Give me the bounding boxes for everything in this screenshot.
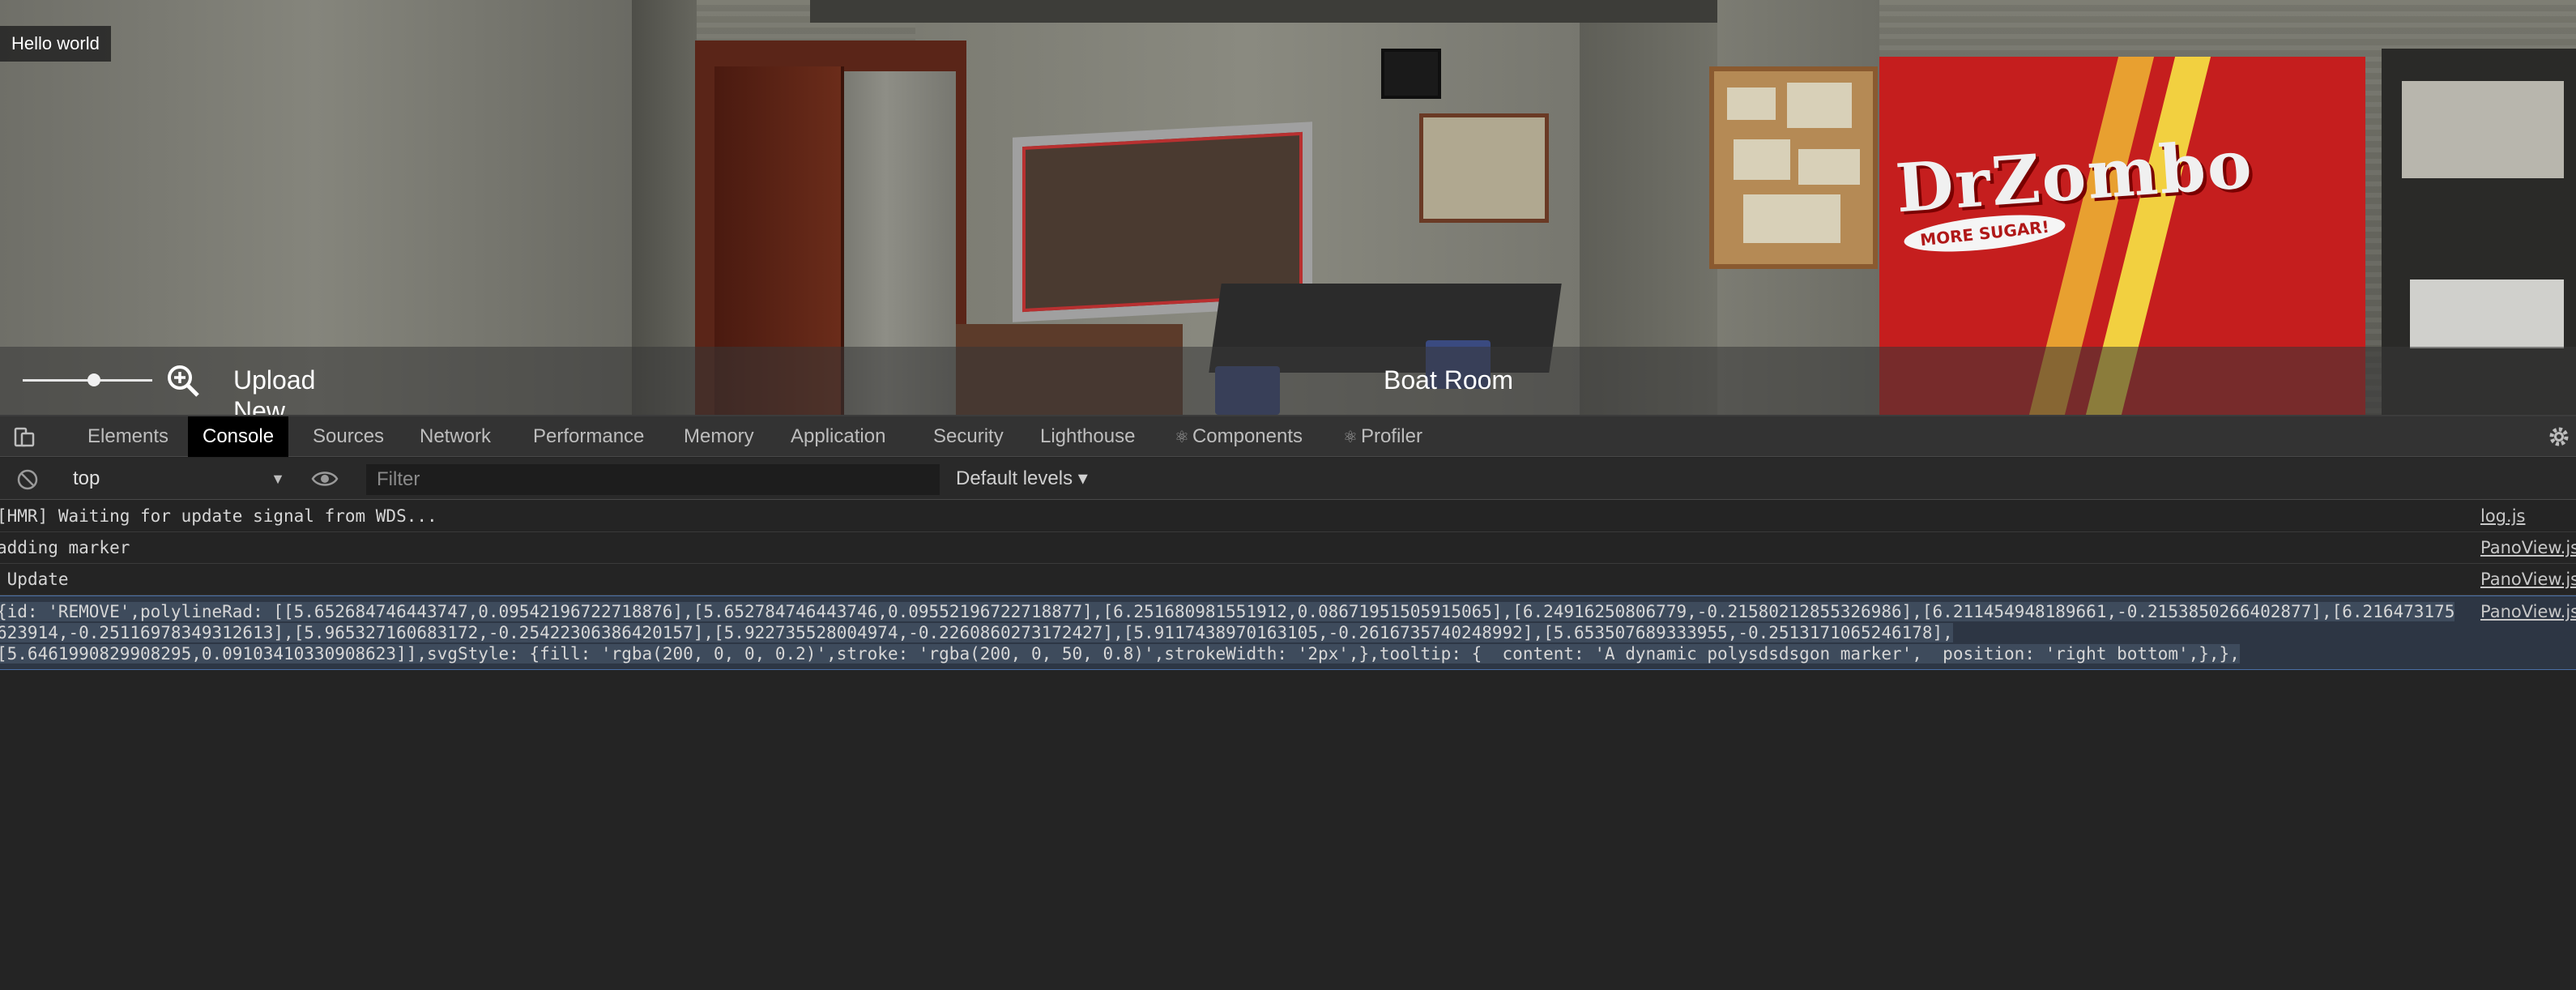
chevron-down-icon: ▼ — [271, 471, 285, 487]
corkboard — [1709, 66, 1878, 269]
vending-slot — [2410, 280, 2564, 348]
context-value: top — [73, 467, 100, 489]
map-frame — [1419, 113, 1549, 223]
console-message-text: [HMR] Waiting for update signal from WDS… — [0, 506, 2463, 527]
tab-components[interactable]: ⚛ Components — [1160, 416, 1317, 457]
message-text: Update — [6, 570, 69, 589]
message-text: adding marker — [0, 538, 130, 557]
console-messages: [HMR] Waiting for update signal from WDS… — [0, 501, 2576, 670]
clear-console-icon[interactable] — [16, 468, 39, 491]
console-message[interactable]: {id: 'REMOVE',polylineRad: [[5.652684746… — [0, 595, 2576, 670]
tab-performance[interactable]: Performance — [518, 416, 659, 457]
message-text: [HMR] Waiting for update signal from WDS… — [0, 506, 437, 526]
console-message-text: Update — [0, 569, 2463, 590]
note — [1787, 83, 1852, 128]
console-message[interactable]: [HMR] Waiting for update signal from WDS… — [0, 501, 2576, 532]
source-link[interactable]: log.js — [2480, 506, 2576, 527]
tab-label: Security — [933, 425, 1004, 447]
tab-elements[interactable]: Elements — [73, 416, 183, 457]
tab-security[interactable]: Security — [919, 416, 1018, 457]
tab-sources[interactable]: Sources — [298, 416, 399, 457]
note — [1743, 194, 1840, 243]
console-message[interactable]: Update PanoView.js — [0, 564, 2576, 595]
tab-console[interactable]: Console — [188, 416, 289, 457]
source-link[interactable]: PanoView.js — [2480, 569, 2576, 590]
tab-label: Network — [420, 425, 492, 447]
tab-label: Memory — [684, 425, 754, 447]
tab-application[interactable]: Application — [776, 416, 900, 457]
tab-label: Performance — [533, 425, 645, 447]
note — [1727, 87, 1776, 120]
tab-label: Profiler — [1360, 425, 1422, 447]
tab-label: Components — [1192, 425, 1303, 447]
tab-lighthouse[interactable]: Lighthouse — [1026, 416, 1149, 457]
device-toggle-icon[interactable] — [13, 425, 37, 449]
tab-profiler[interactable]: ⚛ Profiler — [1329, 416, 1437, 457]
panorama-viewer[interactable]: DrZombo MORE SUGAR! Hello world Upload N… — [0, 0, 2576, 415]
vending-sign — [2402, 81, 2564, 178]
tv-monitor — [1381, 49, 1441, 99]
gear-icon[interactable] — [2547, 425, 2571, 449]
message-text: {id: 'REMOVE',polylineRad: [[5.652684746… — [0, 602, 2455, 664]
note — [1734, 139, 1790, 180]
source-link[interactable]: PanoView.js — [2480, 537, 2576, 558]
log-levels-dropdown[interactable]: Default levels ▾ — [948, 463, 1096, 495]
tab-label: Application — [791, 425, 886, 447]
tab-memory[interactable]: Memory — [669, 416, 769, 457]
filter-input[interactable] — [366, 464, 940, 495]
tab-label: Sources — [313, 425, 385, 447]
zoom-out-icon[interactable] — [0, 366, 8, 395]
note — [1798, 149, 1860, 185]
console-message[interactable]: adding marker PanoView.js — [0, 532, 2576, 564]
react-icon: ⚛ — [1175, 429, 1189, 446]
tab-label: Elements — [87, 425, 169, 447]
console-message-text: {id: 'REMOVE',polylineRad: [[5.652684746… — [0, 601, 2463, 664]
tab-label: Console — [203, 425, 275, 447]
zoom-in-icon[interactable] — [165, 363, 201, 399]
context-selector[interactable]: top ▼ — [65, 463, 292, 495]
console-toolbar: top ▼ Default levels ▾ — [0, 458, 2576, 500]
viewer-navbar — [0, 347, 2576, 415]
devtools-panel: Elements Console Sources Network Performance… — [0, 415, 2576, 990]
source-link[interactable]: PanoView.js — [2480, 601, 2576, 622]
panorama-caption: Boat Room — [1384, 365, 1514, 395]
ceiling — [810, 0, 1717, 23]
upload-new-button[interactable]: Upload New — [233, 365, 355, 415]
zoom-slider-thumb[interactable] — [87, 373, 100, 386]
console-message-text: adding marker — [0, 537, 2463, 558]
tab-label: Lighthouse — [1040, 425, 1136, 447]
hello-world-badge: Hello world — [0, 26, 111, 62]
eye-icon[interactable] — [311, 468, 339, 489]
react-icon: ⚛ — [1343, 429, 1358, 446]
devtools-tabbar: Elements Console Sources Network Performance… — [0, 416, 2576, 457]
tab-network[interactable]: Network — [405, 416, 505, 457]
